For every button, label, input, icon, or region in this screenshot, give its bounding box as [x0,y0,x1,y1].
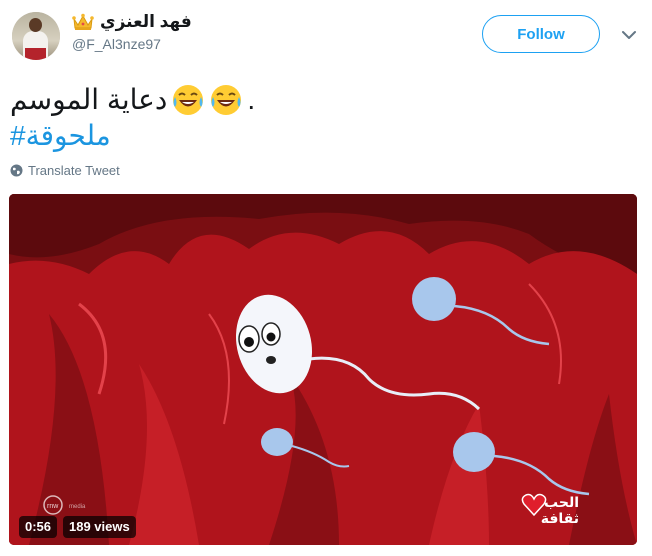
tweet-text-period: . [247,84,256,115]
display-name[interactable]: فهد العنزي [100,12,192,32]
laughing-tears-emoji-icon [211,85,242,115]
avatar-head [29,18,42,32]
translate-label[interactable]: Translate Tweet [28,163,120,178]
tweet-text: دعاية الموسم . [10,82,640,118]
avatar[interactable] [12,12,60,60]
user-handle[interactable]: @F_Al3nze97 [72,36,192,52]
video-views-badge: 189 views [63,516,136,538]
laughing-tears-emoji-icon [173,85,204,115]
avatar-shorts [25,48,46,60]
media-watermark: rnw media [43,494,103,516]
chevron-down-icon[interactable] [620,26,638,44]
channel-logo: الحب ثقافة [521,492,607,534]
rnw-logo-icon: rnw media [43,495,86,515]
display-name-row[interactable]: فهد العنزي [72,12,192,32]
svg-text:media: media [69,504,86,510]
follow-button[interactable]: Follow [482,15,600,53]
heart-icon [521,493,547,517]
crown-icon [72,13,94,30]
tweet-text-body: دعاية الموسم [10,84,168,115]
tweet-header: فهد العنزي @F_Al3nze97 Follow [0,0,652,72]
svg-text:rnw: rnw [47,503,59,510]
globe-icon [10,164,23,177]
video-player[interactable]: rnw media الحب ثقافة 0:56 189 views [9,194,637,545]
video-duration-badge: 0:56 [19,516,58,538]
user-info[interactable]: فهد العنزي @F_Al3nze97 [72,12,192,52]
hashtag-link[interactable]: #ملحوقة [10,118,111,154]
translate-tweet-link[interactable]: Translate Tweet [10,163,120,178]
tweet-text-line: دعاية الموسم . [10,82,640,118]
